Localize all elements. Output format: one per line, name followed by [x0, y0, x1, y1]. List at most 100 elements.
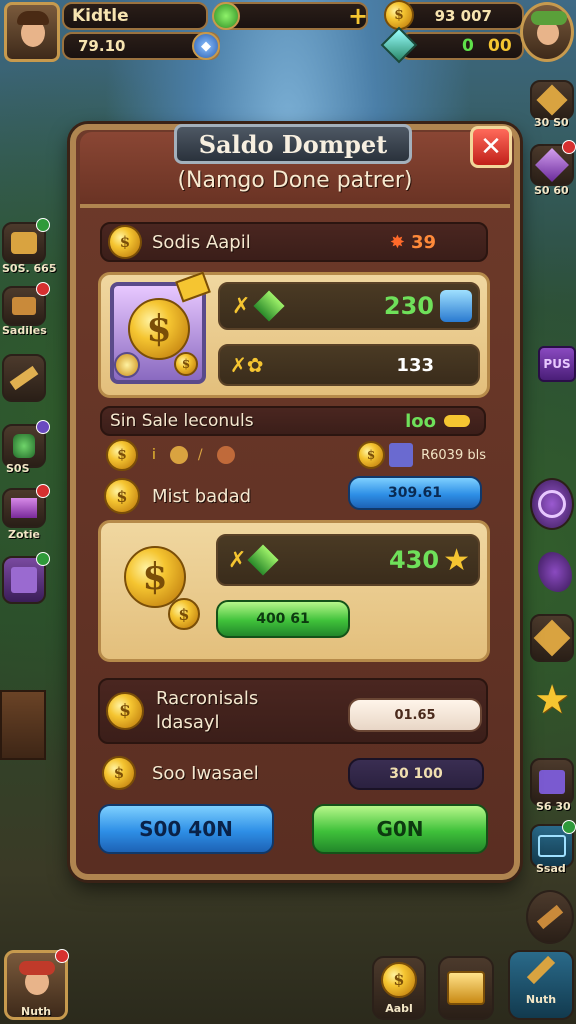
small-info-row: $ i / $ R6039 bls	[106, 439, 486, 471]
card-icon	[389, 443, 414, 467]
mini-coin-icon	[216, 446, 235, 464]
hero-avatar-button[interactable]: Nuth	[4, 949, 69, 1020]
sword-icon	[526, 955, 556, 984]
sidebar-right-item-2[interactable]	[530, 140, 576, 186]
spellbook-icon	[11, 567, 37, 593]
coin-icon: $	[357, 441, 386, 469]
balance-row-1: $ Sodis Aapil ✸ 39	[100, 222, 488, 262]
sidebar-right-item-7[interactable]	[526, 890, 574, 944]
sidebar-right-item-3[interactable]	[530, 478, 574, 530]
mini-coin-icon	[169, 446, 188, 464]
bell-icon	[114, 352, 140, 378]
balance-row-4-value: 30 100	[389, 766, 443, 782]
gem-bar: 0 00	[400, 32, 524, 60]
telescope-icon	[536, 904, 564, 930]
sidebar-left-item-2[interactable]	[2, 282, 50, 326]
star-icon[interactable]: ★	[532, 678, 572, 722]
coin-pill-icon	[444, 415, 470, 427]
notification-badge	[36, 282, 50, 296]
magic-gem-icon	[535, 148, 569, 182]
green-arrow-icon	[247, 544, 279, 576]
feature-2-button[interactable]: 400 61	[216, 600, 350, 638]
sidebar-right-item-5[interactable]	[530, 758, 574, 806]
balance-row-2-button[interactable]: 309.61	[348, 476, 482, 510]
notification-badge	[36, 552, 50, 566]
coin-icon: $	[108, 225, 142, 259]
feature-2-strip: ✗ 430 ★	[216, 534, 480, 586]
notification-badge	[562, 140, 576, 154]
sidebar-left-item-6[interactable]	[2, 552, 50, 604]
sidebar-right-item-4[interactable]	[530, 614, 574, 662]
withdraw-button-label: S00 40N	[139, 817, 233, 841]
sidebar-right-label-1: 30 S0	[534, 116, 569, 129]
sidebar-left-item-3[interactable]	[2, 354, 46, 402]
leaf-icon	[212, 2, 240, 30]
balance-row-3-button-label: 01.65	[394, 707, 436, 723]
player-name-bar: Kidtle	[62, 2, 208, 30]
gold-coin-icon: $	[384, 0, 414, 30]
sidebar-left-item-1[interactable]	[2, 218, 50, 264]
add-energy-icon[interactable]: +	[346, 4, 370, 28]
dialog-title: Saldo Dompet	[198, 129, 388, 159]
ally-avatar[interactable]	[520, 2, 574, 62]
coin-icon: $	[106, 439, 138, 471]
balance-row-1-label: Sodis Aapil	[152, 231, 251, 253]
hero-hair	[19, 961, 55, 975]
player-avatar[interactable]	[4, 2, 60, 62]
dialog-title-plate: Saldo Dompet	[174, 124, 412, 164]
balance-row-3-label: Racronisals ldasayl	[156, 687, 258, 735]
confirm-button[interactable]: G0N	[312, 804, 488, 854]
coin-icon: $	[381, 961, 417, 998]
sidebar-left-item-5[interactable]	[2, 484, 50, 528]
coin-shop-label: Aabl	[385, 1001, 413, 1015]
withdraw-button[interactable]: S00 40N	[98, 804, 274, 854]
sidebar-left-label-5: Zotie	[8, 528, 41, 541]
hammer-icon	[12, 297, 36, 315]
sparkle-icon: ✗	[228, 547, 247, 573]
sidebar-right-label-2: S0 60	[534, 184, 569, 197]
cart-icon	[538, 835, 566, 857]
blue-gem-icon[interactable]	[440, 290, 472, 322]
notification-badge	[36, 484, 50, 498]
notification-badge	[55, 949, 69, 963]
feature-1-bottom-value: 133	[396, 354, 434, 376]
gem-value-secondary: 00	[488, 36, 512, 56]
plus-sign-banner[interactable]: PUS	[538, 346, 576, 382]
coin-shop-button[interactable]: $ Aabl	[372, 956, 426, 1020]
notification-badge	[36, 420, 50, 434]
energy-bar	[212, 2, 368, 30]
balance-row-3-button[interactable]: 01.65	[348, 698, 482, 732]
sparkle-icon: ✗	[232, 293, 251, 319]
scroll-icon	[9, 365, 39, 391]
hero-label: Nuth	[21, 1005, 52, 1018]
balance-row-4-label: Soo Iwasael	[152, 762, 259, 784]
balance-row-3-label-line2: ldasayl	[156, 712, 220, 733]
treasure-frame[interactable]: $ $	[110, 271, 211, 384]
book-icon	[539, 770, 565, 794]
portal-icon	[538, 490, 566, 518]
feature-1-top-strip: ✗ 230	[218, 282, 480, 330]
sidebar-right-item-1[interactable]	[530, 80, 574, 120]
balance-row-4: $ Soo Iwasael	[102, 756, 342, 790]
gold-value: 93 007	[434, 7, 492, 25]
section-row: Sin Sale leconuls loo	[100, 406, 486, 436]
sidebar-right-label-6: S6 30	[536, 800, 571, 813]
player-level-value: 79.10	[78, 37, 126, 55]
dot-icon: i	[152, 447, 156, 463]
wooden-crate	[0, 690, 46, 760]
crystal-icon	[11, 498, 37, 518]
potion-icon	[13, 434, 35, 458]
section-label: Sin Sale leconuls	[110, 411, 254, 431]
player-name: Kidtle	[72, 6, 129, 26]
close-button[interactable]: ✕	[470, 126, 512, 168]
tools-label: Nuth	[525, 992, 557, 1006]
key-icon: ✗✿	[230, 353, 264, 377]
small-coin-icon: $	[174, 352, 198, 376]
chest-shop-button[interactable]	[438, 956, 494, 1020]
level-badge-icon[interactable]: ◆	[192, 32, 220, 60]
dialog-subtitle: (Namgo Done patrer)	[177, 168, 413, 193]
tools-button[interactable]: Nuth	[508, 950, 574, 1020]
feature-2-button-label: 400 61	[256, 611, 310, 627]
balance-row-1-value: 39	[410, 231, 436, 253]
treasure-icon	[11, 232, 37, 254]
